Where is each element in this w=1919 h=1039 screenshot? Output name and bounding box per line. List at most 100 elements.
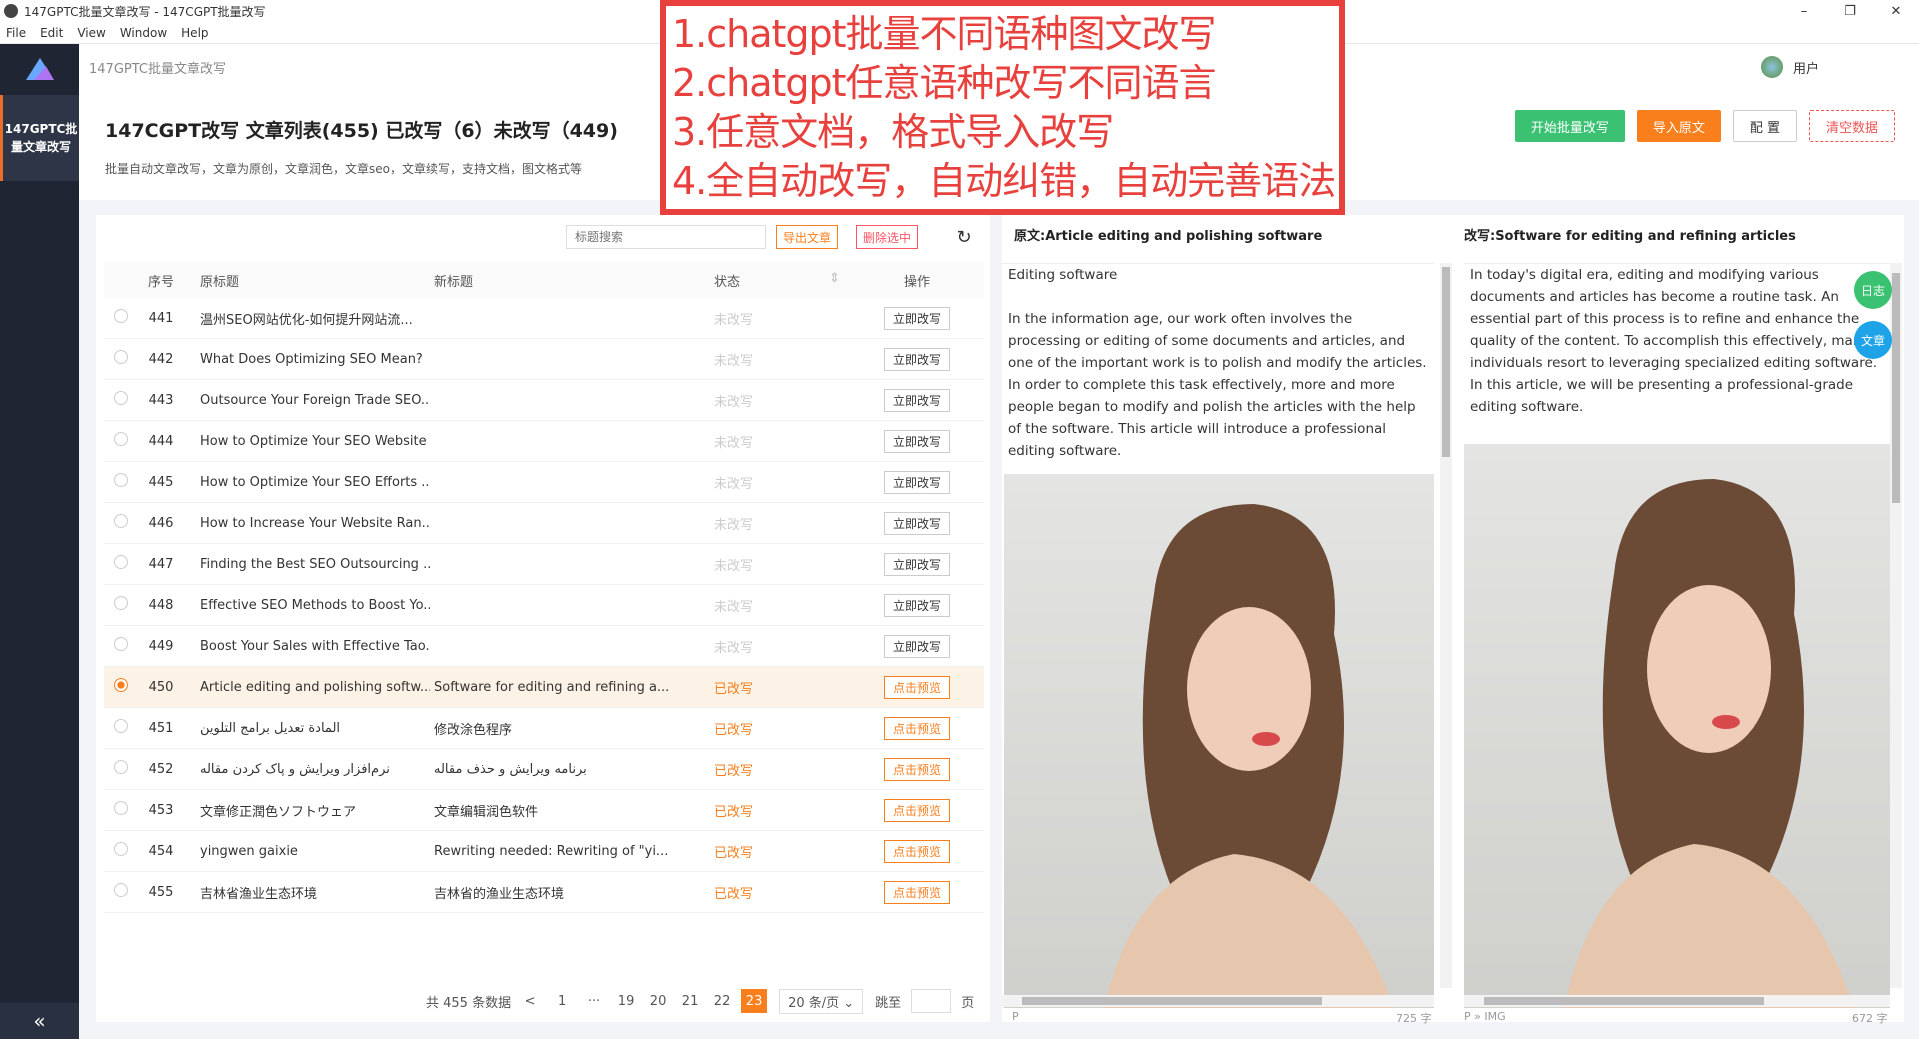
row-radio[interactable] (114, 350, 128, 364)
table-row[interactable]: 446How to Increase Your Website Ran...未改… (104, 503, 984, 544)
preview-button[interactable]: 点击预览 (884, 676, 950, 699)
row-radio[interactable] (114, 678, 128, 692)
row-radio[interactable] (114, 432, 128, 446)
row-radio[interactable] (114, 596, 128, 610)
avatar (1761, 56, 1783, 78)
log-float-button[interactable]: 日志 (1854, 271, 1892, 309)
jump-page-input[interactable] (911, 989, 951, 1013)
table-row[interactable]: 453文章修正潤色ソフトウェア文章编辑润色软件已改写点击预览 (104, 790, 984, 831)
rewrite-now-button[interactable]: 立即改写 (884, 512, 950, 535)
table-row[interactable]: 454yingwen gaixieRewriting needed: Rewri… (104, 831, 984, 872)
table-row[interactable]: 448Effective SEO Methods to Boost Yo...未… (104, 585, 984, 626)
table-row[interactable]: 443Outsource Your Foreign Trade SEO...未改… (104, 380, 984, 421)
row-radio[interactable] (114, 719, 128, 733)
page-20[interactable]: 20 (645, 989, 671, 1013)
original-horizontal-scrollbar[interactable] (1002, 995, 1434, 1007)
rewrite-now-button[interactable]: 立即改写 (884, 471, 950, 494)
jump-label: 跳至 (875, 992, 901, 1011)
original-content-pane[interactable]: Editing softwareIn the information age, … (1002, 263, 1434, 1008)
rewrite-now-button[interactable]: 立即改写 (884, 635, 950, 658)
rewrite-now-button[interactable]: 立即改写 (884, 307, 950, 330)
row-radio[interactable] (114, 801, 128, 815)
page-19[interactable]: 19 (613, 989, 639, 1013)
rewrite-now-button[interactable]: 立即改写 (884, 430, 950, 453)
row-status: 未改写 (702, 555, 850, 574)
rewritten-vertical-scrollbar[interactable] (1890, 263, 1902, 988)
preview-button[interactable]: 点击预览 (884, 881, 950, 904)
clear-data-button[interactable]: 清空数据 (1809, 110, 1895, 142)
user-menu[interactable]: 用户 (1761, 56, 1819, 78)
row-original-title: المادة تعديل برامج التلوين (188, 721, 430, 736)
row-radio[interactable] (114, 309, 128, 323)
prev-page-button[interactable]: < (517, 989, 543, 1013)
rewrite-now-button[interactable]: 立即改写 (884, 389, 950, 412)
row-original-title: How to Optimize Your SEO Efforts ... (188, 475, 430, 490)
row-new-title: برنامه ویرایش و حذف مقاله (430, 762, 702, 777)
col-status[interactable]: 状态⇕ (702, 271, 850, 290)
page-ellipsis[interactable]: ··· (581, 989, 607, 1013)
menu-file[interactable]: File (6, 26, 26, 40)
menu-window[interactable]: Window (120, 26, 167, 40)
preview-button[interactable]: 点击预览 (884, 840, 950, 863)
table-row[interactable]: 452نرم‌افزار ویرایش و پاک کردن مقالهبرنا… (104, 749, 984, 790)
title-search-input[interactable] (566, 225, 766, 249)
row-status: 未改写 (702, 391, 850, 410)
close-button[interactable]: ✕ (1873, 0, 1919, 22)
refresh-icon[interactable]: ↻ (952, 225, 976, 249)
row-radio[interactable] (114, 637, 128, 651)
sidebar-item-rewrite[interactable]: 147GPTC批量文章改写 (0, 95, 79, 181)
rewritten-content-pane[interactable]: In today's digital era, editing and modi… (1464, 263, 1894, 1008)
rewritten-horizontal-scrollbar[interactable] (1464, 995, 1890, 1007)
article-float-button[interactable]: 文章 (1854, 321, 1892, 359)
row-radio[interactable] (114, 842, 128, 856)
table-row[interactable]: 455吉林省渔业生态环境吉林省的渔业生态环境已改写点击预览 (104, 872, 984, 913)
rewrite-now-button[interactable]: 立即改写 (884, 594, 950, 617)
table-row[interactable]: 451المادة تعديل برامج التلوين修改涂色程序已改写点击… (104, 708, 984, 749)
maximize-button[interactable]: ❐ (1827, 0, 1873, 22)
page-22[interactable]: 22 (709, 989, 735, 1013)
row-radio[interactable] (114, 760, 128, 774)
portrait-image-rewritten (1464, 444, 1890, 1008)
page-current[interactable]: 23 (741, 989, 767, 1013)
row-radio[interactable] (114, 555, 128, 569)
original-vertical-scrollbar[interactable] (1440, 263, 1452, 988)
row-radio[interactable] (114, 514, 128, 528)
row-no: 443 (134, 393, 188, 408)
rewrite-now-button[interactable]: 立即改写 (884, 348, 950, 371)
rewrite-now-button[interactable]: 立即改写 (884, 553, 950, 576)
row-radio[interactable] (114, 883, 128, 897)
page-size-select[interactable]: 20 条/页 ⌄ (779, 989, 863, 1014)
table-row[interactable]: 445How to Optimize Your SEO Efforts ...未… (104, 462, 984, 503)
sort-icon[interactable]: ⇕ (829, 271, 840, 286)
feature-line-2: 2.chatgpt任意语种改写不同语言 (672, 59, 1333, 108)
rewritten-word-count: 672 字 (1852, 1010, 1888, 1026)
menu-edit[interactable]: Edit (40, 26, 63, 40)
preview-button[interactable]: 点击预览 (884, 758, 950, 781)
original-title: 原文:Article editing and polishing softwar… (1014, 225, 1322, 244)
import-original-button[interactable]: 导入原文 (1637, 110, 1721, 142)
rewritten-text: In today's digital era, editing and modi… (1464, 264, 1894, 418)
menu-view[interactable]: View (77, 26, 105, 40)
delete-selected-button[interactable]: 删除选中 (856, 225, 918, 249)
row-radio[interactable] (114, 473, 128, 487)
menu-help[interactable]: Help (181, 26, 208, 40)
row-radio[interactable] (114, 391, 128, 405)
start-batch-rewrite-button[interactable]: 开始批量改写 (1515, 110, 1625, 142)
collapse-sidebar-button[interactable]: « (0, 1003, 79, 1039)
article-list-panel: 导出文章 删除选中 ↻ 序号 原标题 新标题 状态⇕ 操作 441温州SEO网站… (96, 215, 990, 1022)
preview-button[interactable]: 点击预览 (884, 799, 950, 822)
table-row[interactable]: 442What Does Optimizing SEO Mean?未改写立即改写 (104, 339, 984, 380)
row-original-title: Effective SEO Methods to Boost Yo... (188, 598, 430, 613)
table-row[interactable]: 447Finding the Best SEO Outsourcing ...未… (104, 544, 984, 585)
preview-button[interactable]: 点击预览 (884, 717, 950, 740)
table-row[interactable]: 441温州SEO网站优化-如何提升网站流...未改写立即改写 (104, 298, 984, 339)
table-row[interactable]: 444How to Optimize Your SEO Website未改写立即… (104, 421, 984, 462)
minimize-button[interactable]: – (1781, 0, 1827, 22)
config-button[interactable]: 配 置 (1733, 110, 1797, 142)
table-row[interactable]: 449Boost Your Sales with Effective Tao..… (104, 626, 984, 667)
table-row[interactable]: 450Article editing and polishing softw..… (104, 667, 984, 708)
page-21[interactable]: 21 (677, 989, 703, 1013)
export-articles-button[interactable]: 导出文章 (776, 225, 838, 249)
row-status: 未改写 (702, 637, 850, 656)
page-1[interactable]: 1 (549, 989, 575, 1013)
